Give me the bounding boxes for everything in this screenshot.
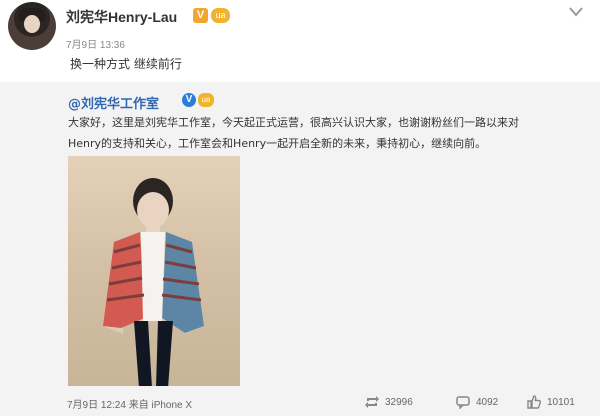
comment-action[interactable]: 4092 (456, 395, 498, 409)
verified-badge-icon: V (193, 8, 208, 23)
post-header: 刘宪华Henry-Lau V ua 7月9日 13:36 换一种方式 继续前行 (0, 0, 600, 82)
post-time: 7月9日 13:36 (66, 40, 125, 51)
like-count: 10101 (547, 396, 575, 408)
chevron-down-icon[interactable] (568, 6, 584, 18)
post-author-name[interactable]: 刘宪华Henry-Lau (66, 7, 177, 27)
verified-v-icon: V (182, 93, 196, 107)
repost-body-line-2: Henry的支持和关心，工作室会和Henry一起开启全新的未来，秉持初心，继续向… (68, 137, 487, 150)
post-footer: 7月9日 12:24 来自 iPhone X 32996 4092 10101 (0, 389, 600, 416)
avatar-face (24, 15, 40, 33)
avatar[interactable] (8, 2, 56, 50)
reposted-post[interactable]: @刘宪华工作室 V ua 大家好，这里是刘宪华工作室，今天起正式运营，很高兴认识… (0, 82, 600, 416)
vip-badge-icon: ua (198, 93, 214, 107)
post-photo[interactable] (68, 156, 240, 386)
like-action[interactable]: 10101 (527, 395, 575, 409)
comment-count: 4092 (476, 396, 499, 408)
repost-body-line-1: 大家好，这里是刘宪华工作室，今天起正式运营，很高兴认识大家，也谢谢粉丝们一路以来… (68, 116, 519, 129)
post-time-source: 7月9日 12:24 来自 iPhone X (67, 400, 193, 411)
repost-author-link[interactable]: @刘宪华工作室 (68, 93, 159, 112)
like-icon (527, 395, 541, 409)
repost-body: 大家好，这里是刘宪华工作室，今天起正式运营，很高兴认识大家，也谢谢粉丝们一路以来… (68, 112, 586, 154)
comment-icon (456, 396, 470, 409)
repost-icon (365, 396, 379, 408)
repost-action[interactable]: 32996 (365, 395, 413, 409)
post-text: 换一种方式 继续前行 (70, 57, 182, 71)
vip-badge-icon: ua (211, 8, 230, 23)
person-photo-illustration (103, 178, 204, 386)
repost-count: 32996 (385, 396, 413, 408)
